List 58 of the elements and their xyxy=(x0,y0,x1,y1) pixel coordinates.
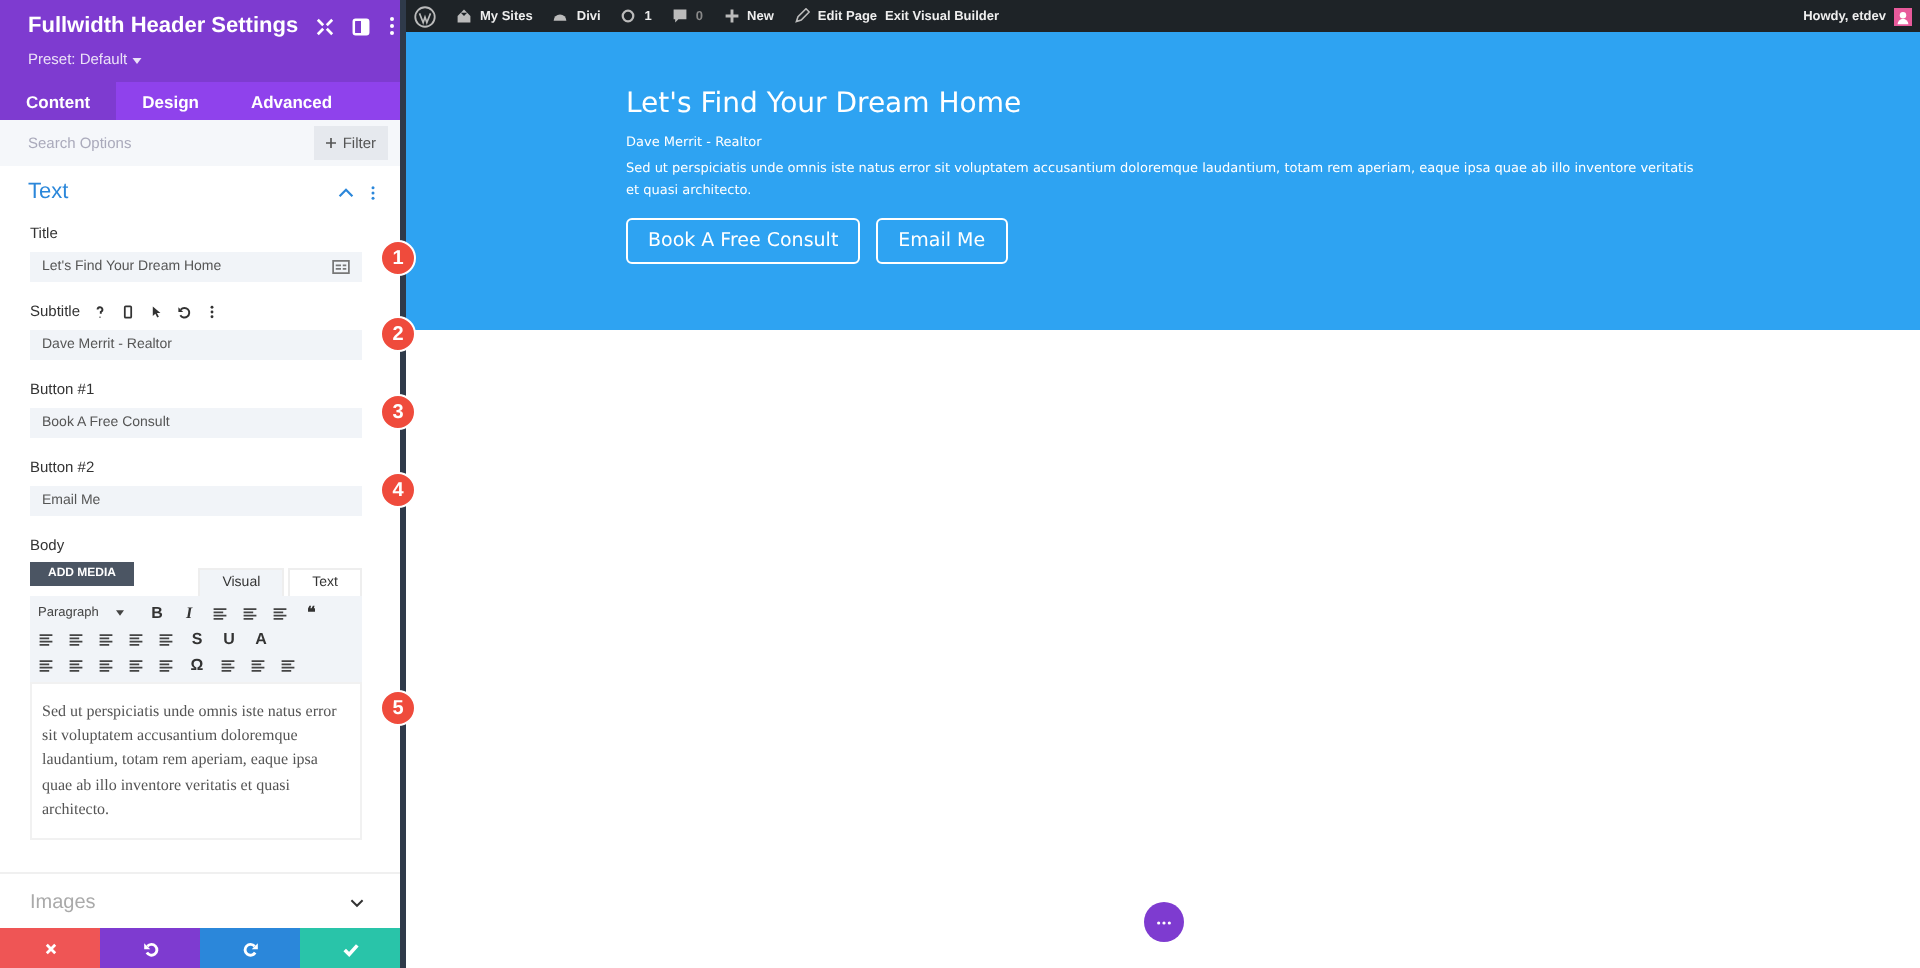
format-button[interactable]: ❝ xyxy=(302,604,320,622)
settings-tab[interactable]: Content xyxy=(0,82,117,120)
check-icon xyxy=(341,939,359,957)
format-icon[interactable] xyxy=(128,657,144,673)
format-button[interactable]: Ω xyxy=(188,656,206,674)
format-icon[interactable] xyxy=(250,657,266,673)
more-icon xyxy=(1155,919,1171,925)
format-icon[interactable] xyxy=(98,657,114,673)
format-icon[interactable] xyxy=(272,605,288,621)
format-button[interactable]: I xyxy=(180,604,198,622)
settings-tab[interactable]: Design xyxy=(116,82,225,120)
close-icon xyxy=(43,941,57,955)
format-icon[interactable] xyxy=(68,631,84,647)
format-button[interactable]: U xyxy=(220,630,238,648)
format-icon[interactable] xyxy=(242,605,258,621)
format-icon[interactable] xyxy=(158,631,174,647)
caret-icon xyxy=(116,610,125,616)
redo-icon xyxy=(241,939,259,957)
format-icon[interactable] xyxy=(98,631,114,647)
editor-text[interactable]: Sed ut perspiciatis unde omnis iste natus error sit voluptatem accusantium doloremque laudantium, totam rem aperiam, eaque ipsa quae ab illo inventore veritatis et quasi architecto. xyxy=(30,682,362,841)
panel-title: Fullwidth Header Settings xyxy=(28,14,299,38)
gauge-icon xyxy=(552,8,569,24)
format-icon[interactable] xyxy=(128,631,144,647)
format-icon[interactable] xyxy=(158,657,174,673)
caret-icon xyxy=(131,58,142,64)
redo-button[interactable] xyxy=(200,928,300,968)
format-icon[interactable] xyxy=(280,657,296,673)
section-title[interactable]: Text xyxy=(28,180,322,204)
format-icon[interactable] xyxy=(212,605,228,621)
wordpress-logo-icon[interactable] xyxy=(414,5,436,27)
chevron-icon[interactable] xyxy=(350,898,364,909)
format-icon[interactable] xyxy=(220,657,236,673)
pencil-icon xyxy=(793,8,810,24)
cursor-icon[interactable] xyxy=(148,303,165,319)
undo-icon xyxy=(141,939,159,957)
phone-icon[interactable] xyxy=(120,303,137,319)
expand-icon[interactable] xyxy=(316,17,335,35)
format-button[interactable]: S xyxy=(188,630,206,648)
format-button[interactable]: A xyxy=(252,630,270,648)
refresh-icon xyxy=(620,8,637,24)
plus-icon xyxy=(326,138,337,148)
plus-icon xyxy=(723,8,740,24)
settings-tab[interactable]: Advanced xyxy=(224,82,359,120)
dynamic-content-icon[interactable] xyxy=(332,260,350,274)
undo-icon[interactable] xyxy=(176,303,193,319)
format-button[interactable]: B xyxy=(148,604,166,622)
sites-icon xyxy=(456,8,472,24)
sidebar-toggle-icon[interactable] xyxy=(352,17,371,35)
more-icon[interactable] xyxy=(388,16,397,36)
help-icon[interactable] xyxy=(92,303,109,319)
more-button[interactable] xyxy=(1143,902,1183,942)
format-icon[interactable] xyxy=(38,657,54,673)
format-icon[interactable] xyxy=(38,631,54,647)
format-icon[interactable] xyxy=(68,657,84,673)
hero-title: Let's Find Your Dream Home xyxy=(626,88,1024,120)
comment-icon xyxy=(671,8,688,24)
avatar-icon[interactable] xyxy=(1894,7,1912,25)
undo-button[interactable] xyxy=(100,928,200,968)
